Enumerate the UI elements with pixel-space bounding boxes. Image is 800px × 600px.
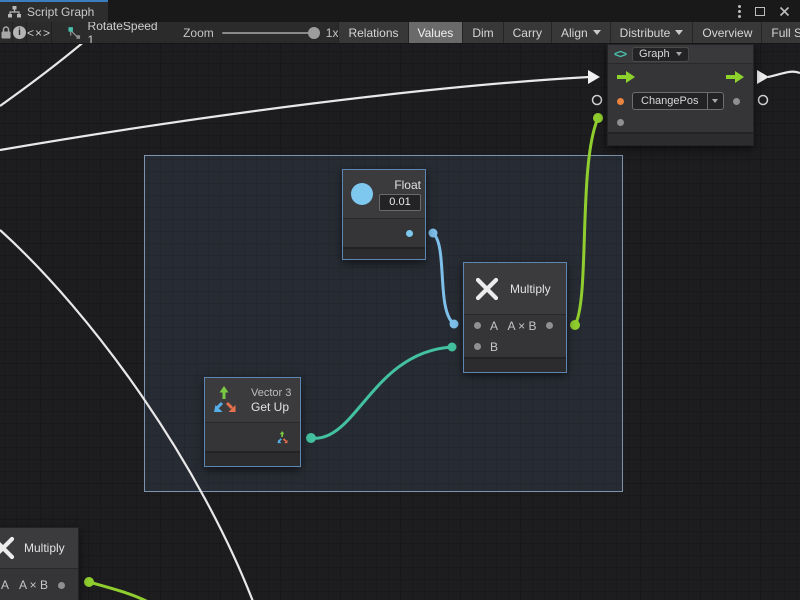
zoom-control: Zoom 1x (169, 22, 338, 43)
event-input-port-2[interactable] (617, 119, 624, 126)
node-title: Float (394, 178, 421, 192)
node-title: Multiply (510, 282, 551, 296)
chevron-down-icon (675, 30, 683, 35)
node-multiply-partial[interactable]: Multiply A A × B (0, 527, 79, 600)
flow-arrowhead (757, 70, 769, 84)
close-icon[interactable] (779, 6, 790, 17)
lock-icon (0, 26, 12, 39)
carry-button[interactable]: Carry (503, 22, 551, 43)
graph-dropdown[interactable]: Graph (632, 47, 689, 62)
tab-script-graph[interactable]: Script Graph (0, 0, 108, 22)
info-button[interactable]: i (13, 22, 27, 43)
chevron-down-icon (712, 99, 718, 103)
toolbar-button-group: Relations Values Dim Carry Align Distrib… (338, 22, 800, 43)
values-button[interactable]: Values (408, 22, 463, 43)
node-multiply[interactable]: Multiply A A × B B (463, 262, 567, 373)
port-label: A (1, 578, 9, 592)
zoom-label: Zoom (183, 26, 214, 40)
align-dropdown[interactable]: Align (551, 22, 610, 43)
graph-icon: <> (614, 47, 626, 61)
float-value-input[interactable] (379, 194, 421, 211)
tab-bar: Script Graph (0, 0, 800, 22)
lock-button[interactable] (0, 22, 13, 43)
node-footer (464, 357, 566, 372)
script-graph-window: Script Graph i <×> (0, 0, 800, 600)
node-vector3-getup[interactable]: Vector 3 Get Up (204, 377, 301, 467)
node-type-label: Vector 3 (251, 387, 291, 399)
event-output-port[interactable] (733, 98, 740, 105)
node-title: Get Up (251, 400, 291, 414)
chevron-down-icon (593, 30, 601, 35)
flow-input-port[interactable] (617, 71, 635, 83)
node-float[interactable]: Float (342, 169, 426, 260)
dropdown-arrow-section (707, 93, 723, 109)
event-name-dropdown[interactable]: ChangePos (632, 92, 724, 110)
maximize-icon[interactable] (755, 7, 765, 16)
input-port-a[interactable] (474, 322, 481, 329)
multiply-icon (474, 276, 500, 302)
hierarchy-icon (8, 6, 21, 18)
input-port-b[interactable] (474, 343, 481, 350)
flow-arrowhead (588, 70, 600, 84)
graph-canvas[interactable]: Float Multiply A A × B (0, 44, 800, 600)
vector3-output-port[interactable] (277, 431, 291, 444)
float-output-port[interactable] (406, 230, 413, 237)
node-footer (205, 451, 300, 466)
output-port-axb[interactable] (546, 322, 553, 329)
flow-output-port[interactable] (726, 71, 744, 83)
distribute-dropdown[interactable]: Distribute (610, 22, 693, 43)
node-footer (343, 247, 425, 259)
relations-button[interactable]: Relations (338, 22, 407, 43)
zoom-slider[interactable] (222, 32, 318, 34)
port-label: B (490, 340, 498, 354)
zoom-slider-handle[interactable] (308, 27, 320, 39)
wire-white-into-graph-node[interactable] (0, 70, 600, 150)
tab-title: Script Graph (27, 5, 94, 19)
overview-button[interactable]: Overview (692, 22, 761, 43)
wire-white-topleft[interactable] (0, 44, 86, 106)
wire-green-bottomleft[interactable] (84, 577, 152, 600)
node-title: Multiply (24, 541, 65, 555)
info-icon: i (13, 26, 26, 39)
output-port-axb[interactable] (58, 582, 65, 589)
event-input-port[interactable] (617, 98, 624, 105)
chevron-down-icon (676, 52, 682, 56)
zoom-value: 1x (326, 26, 339, 40)
window-menu-icon[interactable] (738, 5, 741, 18)
wire-white-out-of-graph-node[interactable] (757, 70, 800, 84)
fullscreen-button[interactable]: Full Screen (761, 22, 800, 43)
dim-button[interactable]: Dim (462, 22, 502, 43)
node-graph-event[interactable]: <> Graph ChangePos (607, 44, 754, 146)
port-label: A (490, 319, 498, 333)
float-type-icon (351, 183, 373, 205)
unconnected-port-circle[interactable] (593, 96, 602, 105)
vector3-icon (213, 386, 243, 414)
window-controls (738, 0, 800, 22)
multiply-icon (0, 535, 16, 561)
unconnected-port-circle[interactable] (759, 96, 768, 105)
node-footer (608, 132, 753, 145)
graph-reference-label: RotateSpeed 1 (88, 22, 160, 44)
graph-toolbar: i <×> RotateSpeed 1 Zoom 1x Relations Va… (0, 22, 800, 44)
script-graph-asset-icon (68, 26, 81, 40)
port-label: A × B (19, 578, 48, 592)
port-label: A × B (507, 319, 536, 333)
code-button[interactable]: <×> (27, 22, 52, 43)
code-icon: <×> (27, 26, 51, 40)
graph-reference[interactable]: RotateSpeed 1 (52, 22, 169, 43)
